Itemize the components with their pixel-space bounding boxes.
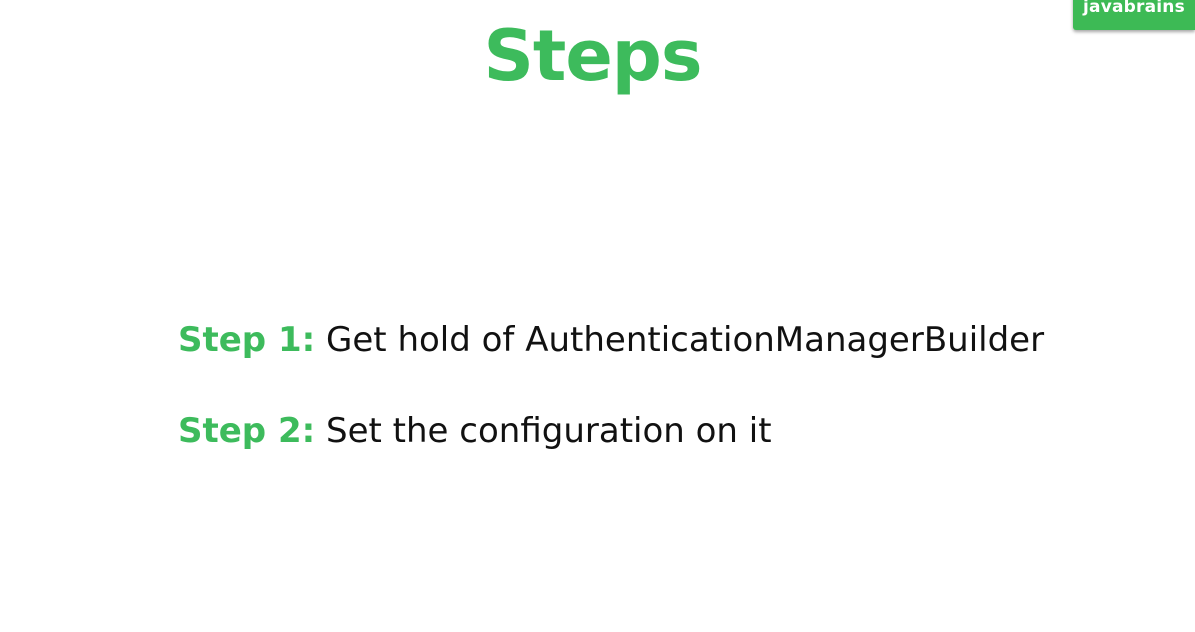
step-text: Get hold of AuthenticationManagerBuilder [315,320,1045,360]
step-label: Step 1: [178,320,316,360]
step-item-1: Step 1: Get hold of AuthenticationManage… [178,316,1138,364]
steps-list: Step 1: Get hold of AuthenticationManage… [178,316,1138,498]
step-item-2: Step 2: Set the configuration on it [178,407,1138,455]
slide: javabrains Steps Step 1: Get hold of Aut… [0,0,1195,632]
step-label: Step 2: [178,411,316,451]
slide-title: Steps [483,15,702,97]
step-text: Set the configuration on it [315,411,772,451]
